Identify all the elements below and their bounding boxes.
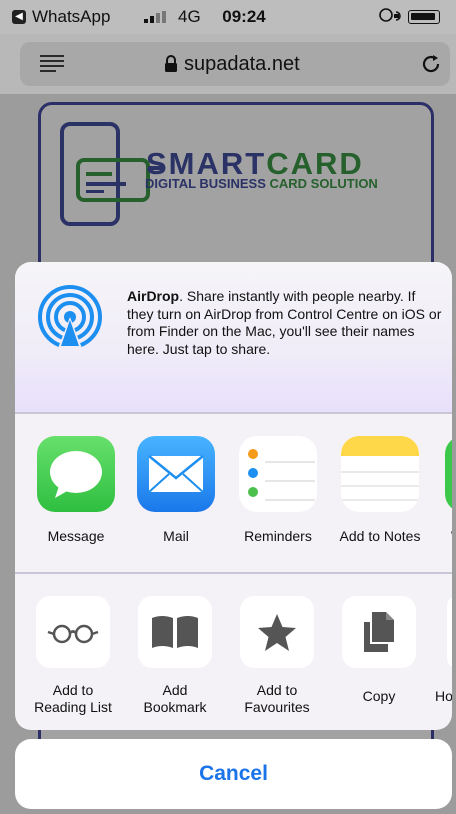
- action-label: Add Bookmark: [143, 682, 207, 715]
- notes-icon: [341, 436, 419, 512]
- action-add-to-home-screen[interactable]: Ho: [435, 596, 452, 705]
- book-icon: [138, 596, 212, 668]
- share-app-label: Message: [47, 528, 105, 544]
- share-sheet: AirDrop. Share instantly with people nea…: [15, 262, 452, 730]
- share-apps-row: Message Mail Reminders Add to Notes W: [15, 414, 452, 572]
- airdrop-section: AirDrop. Share instantly with people nea…: [15, 262, 452, 412]
- action-label: Add to Favourites: [244, 682, 310, 715]
- browser-toolbar: supadata.net: [0, 34, 456, 94]
- address-bar[interactable]: supadata.net: [20, 42, 450, 86]
- url-domain[interactable]: supadata.net: [184, 53, 300, 76]
- network-type: 4G: [178, 7, 201, 26]
- home-screen-icon: [447, 596, 452, 668]
- action-label: Copy: [362, 688, 396, 704]
- share-app-reminders[interactable]: Reminders: [233, 436, 323, 544]
- share-app-label: Mail: [163, 528, 189, 544]
- logo-subtitle-2: CARD SOLUTION: [269, 176, 378, 191]
- glasses-icon: [36, 596, 110, 668]
- back-to-app-label[interactable]: WhatsApp: [32, 7, 110, 27]
- battery-icon: [408, 10, 440, 24]
- airdrop-description: AirDrop. Share instantly with people nea…: [127, 288, 445, 358]
- mail-icon: [137, 436, 215, 512]
- rotation-lock-icon: [378, 5, 404, 30]
- status-bar: ◀ WhatsApp 4G 09:24: [0, 0, 456, 34]
- action-add-to-reading-list[interactable]: Add to Reading List: [25, 596, 121, 716]
- share-app-mail[interactable]: Mail: [131, 436, 221, 544]
- logo-subtitle: DIGITAL BUSINESS CARD SOLUTION: [145, 176, 378, 191]
- action-add-to-favourites[interactable]: Add to Favourites: [229, 596, 325, 716]
- action-add-bookmark[interactable]: Add Bookmark: [127, 596, 223, 716]
- action-label: Ho: [435, 688, 452, 704]
- messages-icon: [37, 436, 115, 512]
- logo-subtitle-1: DIGITAL BUSINESS: [145, 176, 270, 191]
- share-app-label: Reminders: [244, 528, 312, 544]
- share-app-label: Add to Notes: [339, 528, 421, 544]
- share-app-label: W: [439, 528, 452, 544]
- cancel-button[interactable]: Cancel: [15, 739, 452, 809]
- reminders-icon: [239, 436, 317, 512]
- action-copy[interactable]: Copy: [331, 596, 427, 705]
- reader-menu-icon[interactable]: [40, 55, 64, 73]
- reload-icon[interactable]: [420, 53, 442, 81]
- share-app-message[interactable]: Message: [31, 436, 121, 544]
- whatsapp-icon: [445, 436, 452, 512]
- status-time: 09:24: [222, 7, 266, 26]
- star-icon: [240, 596, 314, 668]
- share-actions-row: Add to Reading List Add Bookmark Add to Fav…: [15, 574, 452, 730]
- share-app-notes[interactable]: Add to Notes: [335, 436, 425, 544]
- signal-icon: [144, 11, 168, 23]
- copy-icon: [342, 596, 416, 668]
- airdrop-title: AirDrop: [127, 288, 180, 304]
- share-app-whatsapp[interactable]: W: [439, 436, 452, 544]
- airdrop-icon[interactable]: [37, 284, 103, 360]
- back-to-app-icon[interactable]: ◀: [12, 10, 26, 24]
- lock-icon: [164, 55, 178, 73]
- action-label: Add to Reading List: [34, 682, 112, 715]
